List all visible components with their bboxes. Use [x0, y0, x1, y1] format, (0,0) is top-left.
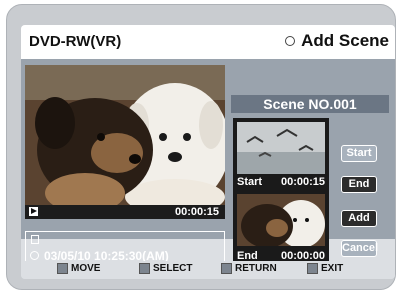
return-arrow-icon [221, 263, 232, 274]
select-button-icon [139, 263, 150, 274]
mode-label: Add Scene [301, 31, 389, 50]
mode-title: Add Scene [285, 31, 389, 51]
header-bar: DVD-RW(VR) Add Scene [21, 25, 395, 59]
disc-icon [31, 235, 39, 244]
scene-thumbnails: Start 00:00:15 End 00:00:00 [233, 118, 329, 270]
footer-select-label: SELECT [153, 263, 193, 274]
move-arrows-icon [57, 263, 68, 274]
start-thumbnail [237, 122, 325, 174]
puppies-thumb-image [237, 194, 325, 246]
footer-return: RETURN [221, 263, 277, 274]
tv-frame: DVD-RW(VR) Add Scene 00:00:15 03/05/10 1… [6, 4, 396, 290]
play-icon [29, 207, 38, 216]
clock-icon [30, 251, 39, 260]
content-area: 00:00:15 03/05/10 10:25:30(AM) Scene NO.… [21, 59, 395, 270]
playback-bar: 00:00:15 [25, 205, 225, 219]
scene-title: Scene NO.001 [231, 95, 389, 113]
osd-screen: DVD-RW(VR) Add Scene 00:00:15 03/05/10 1… [21, 25, 395, 279]
end-thumbnail [237, 194, 325, 246]
disc-type-title: DVD-RW(VR) [29, 33, 122, 50]
footer-move-label: MOVE [71, 263, 101, 274]
footer-exit: EXIT [307, 263, 343, 274]
playback-time: 00:00:15 [174, 206, 219, 218]
footer-exit-label: EXIT [321, 263, 344, 274]
seagulls-image [237, 122, 325, 174]
footer-move: MOVE [57, 263, 100, 274]
circle-icon [285, 36, 296, 46]
add-button[interactable]: Add [341, 210, 377, 227]
start-label: Start [237, 176, 263, 188]
cancel-button[interactable]: Cancel [341, 240, 378, 257]
start-button[interactable]: Start [341, 145, 377, 162]
footer-help-bar: MOVE SELECT RETURN EXIT [21, 261, 395, 279]
start-time: 00:00:15 [280, 176, 325, 188]
footer-return-label: RETURN [235, 263, 277, 274]
end-button[interactable]: End [341, 176, 377, 193]
main-video-preview [25, 65, 225, 205]
footer-select: SELECT [139, 263, 192, 274]
puppies-image [25, 65, 225, 205]
exit-button-icon [307, 263, 318, 274]
